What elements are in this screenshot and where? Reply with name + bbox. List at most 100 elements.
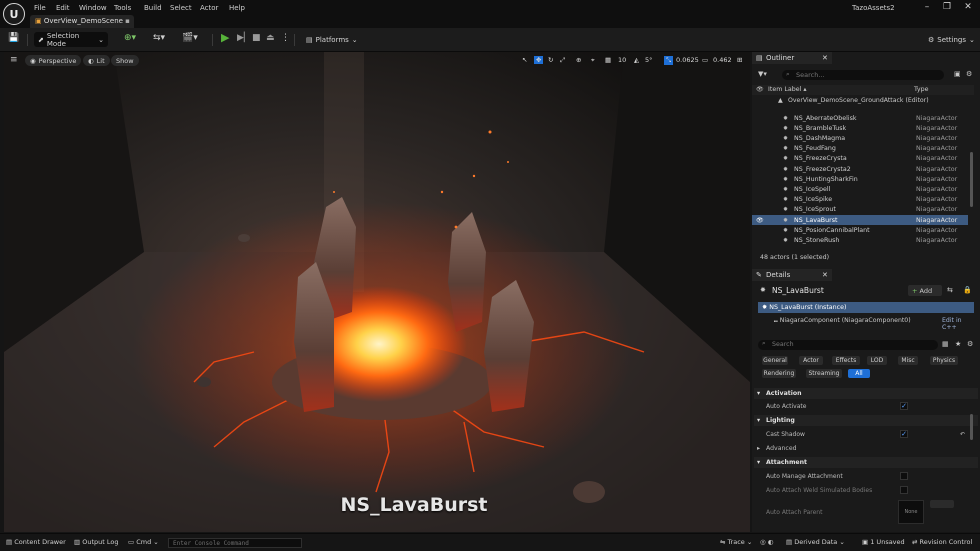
- outliner-row[interactable]: ✸ NS_DashMagma NiagaraActor: [752, 133, 968, 143]
- close-icon[interactable]: ✕: [960, 2, 976, 16]
- outliner-row[interactable]: ✸ NS_FreezeCrysta2 NiagaraActor: [752, 164, 968, 174]
- parent-none-slot[interactable]: None: [898, 500, 924, 524]
- menu-help[interactable]: Help: [229, 4, 245, 12]
- outliner-row[interactable]: ✸ NS_IceSprout NiagaraActor: [752, 205, 968, 215]
- section-activation[interactable]: ▾ Activation: [754, 388, 978, 399]
- level-viewport[interactable]: NS_LavaBurst ≡ ◉ Perspective ◐ Lit Show …: [4, 52, 750, 532]
- auto-manage-checkbox[interactable]: [900, 472, 908, 480]
- scale-tool-icon[interactable]: ⤢: [560, 56, 565, 65]
- outliner-scrollbar[interactable]: [970, 152, 973, 207]
- content-drawer-button[interactable]: ▤ Content Drawer: [6, 538, 66, 546]
- hamburger-menu-icon[interactable]: ≡: [10, 55, 18, 65]
- outliner-level-row[interactable]: ▲ OverView_DemoScene_GroundAttack (Edito…: [752, 96, 974, 105]
- category-physics[interactable]: Physics: [930, 356, 958, 365]
- close-tab-icon[interactable]: ✕: [822, 54, 828, 62]
- menu-window[interactable]: Window: [79, 4, 107, 12]
- unreal-logo-icon[interactable]: U: [3, 3, 25, 25]
- lit-button[interactable]: ◐ Lit: [83, 55, 110, 66]
- outliner-row[interactable]: ✸ NS_AberrateObelisk NiagaraActor: [752, 113, 968, 123]
- close-tab-icon[interactable]: ✕: [822, 271, 828, 279]
- stop-icon[interactable]: ■: [252, 33, 261, 43]
- document-tab[interactable]: ▣ OverView_DemoScene ▪: [30, 15, 134, 28]
- play-icon[interactable]: ▶: [221, 31, 229, 44]
- outliner-row[interactable]: ✸ NS_BrambleTusk NiagaraActor: [752, 123, 968, 133]
- settings-dropdown[interactable]: ⚙ Settings ⌄: [924, 32, 979, 47]
- lock-icon[interactable]: 🔒: [963, 286, 972, 294]
- table-view-icon[interactable]: ▦: [942, 340, 949, 348]
- outliner-row[interactable]: ✸ NS_HuntingSharkFin NiagaraActor: [752, 174, 968, 184]
- menu-tools[interactable]: Tools: [114, 4, 131, 12]
- add-actor-icon[interactable]: ⊕▾: [124, 33, 136, 43]
- details-search-input[interactable]: ⌕ Search: [758, 340, 938, 350]
- component-instance-row[interactable]: ✸ NS_LavaBurst (Instance): [758, 302, 974, 313]
- cinematics-icon[interactable]: 🎬▾: [182, 33, 198, 43]
- console-command-input[interactable]: Enter Console Command: [168, 538, 302, 548]
- category-actor[interactable]: Actor: [799, 356, 823, 365]
- menu-edit[interactable]: Edit: [56, 4, 70, 12]
- auto-activate-checkbox[interactable]: ✓: [900, 402, 908, 410]
- folder-add-icon[interactable]: ▣: [954, 70, 961, 78]
- column-type[interactable]: Type: [914, 86, 928, 93]
- add-component-button[interactable]: + Add: [908, 285, 942, 296]
- section-attachment[interactable]: ▾ Attachment: [754, 457, 978, 468]
- coordinate-space-icon[interactable]: ⊕: [576, 56, 581, 64]
- favorite-star-icon[interactable]: ★: [955, 340, 961, 348]
- translate-tool-icon[interactable]: ✥: [534, 56, 544, 64]
- parent-dropdown[interactable]: [930, 500, 954, 508]
- outliner-row[interactable]: ✸ NS_IceSpell NiagaraActor: [752, 184, 968, 194]
- reset-icon[interactable]: ↶: [960, 431, 965, 438]
- outliner-row[interactable]: ✸ NS_IceSpike NiagaraActor: [752, 195, 968, 205]
- derived-data-button[interactable]: ▤ Derived Data ⌄: [786, 538, 845, 546]
- select-tool-icon[interactable]: ↖: [522, 56, 527, 64]
- component-row[interactable]: ⑉ NiagaraComponent (NiagaraComponent0) E…: [758, 315, 974, 331]
- outliner-search-input[interactable]: ⌕ Search...: [782, 70, 944, 80]
- grid-snap-value[interactable]: 10: [618, 56, 626, 64]
- outliner-row[interactable]: 👁 ✸ NS_LavaBurst NiagaraActor: [752, 215, 968, 226]
- maximize-icon[interactable]: ❐: [939, 2, 955, 16]
- camera-speed-icon[interactable]: ▭: [702, 56, 708, 64]
- menu-build[interactable]: Build: [144, 4, 162, 12]
- category-general[interactable]: General: [762, 356, 788, 365]
- scale-snap-value[interactable]: 0.0625: [676, 56, 699, 64]
- rotate-tool-icon[interactable]: ↻: [548, 56, 553, 64]
- scale-snap-icon[interactable]: ⤡: [664, 56, 674, 65]
- unsaved-button[interactable]: ▣ 1 Unsaved: [862, 538, 905, 546]
- trace-button[interactable]: ⇋ Trace ⌄: [720, 538, 752, 546]
- surface-snap-icon[interactable]: ⌖: [591, 56, 595, 65]
- gear-icon[interactable]: ⚙: [967, 340, 973, 348]
- eject-icon[interactable]: ⏏: [266, 33, 275, 43]
- outliner-tab[interactable]: ▤ Outliner ✕: [752, 52, 832, 64]
- gear-icon[interactable]: ⚙: [966, 70, 972, 78]
- perspective-button[interactable]: ◉ Perspective: [25, 55, 82, 66]
- category-misc[interactable]: Misc: [898, 356, 918, 365]
- viewport-layout-icon[interactable]: ⊞: [737, 56, 742, 64]
- menu-select[interactable]: Select: [170, 4, 192, 12]
- category-effects[interactable]: Effects: [832, 356, 860, 365]
- show-button[interactable]: Show: [111, 55, 139, 66]
- blueprint-icon[interactable]: ⇆: [947, 286, 953, 294]
- category-streaming[interactable]: Streaming: [806, 369, 842, 378]
- status-icons[interactable]: ◎ ◐: [760, 538, 773, 546]
- menu-actor[interactable]: Actor: [200, 4, 218, 12]
- step-icon[interactable]: ▶▏: [237, 33, 251, 43]
- visibility-icon[interactable]: 👁: [756, 217, 764, 224]
- category-rendering[interactable]: Rendering: [762, 369, 796, 378]
- minimize-icon[interactable]: –: [919, 2, 935, 16]
- output-log-button[interactable]: ▥ Output Log: [74, 538, 119, 546]
- blueprint-icon[interactable]: ⇆▾: [153, 33, 165, 43]
- details-scrollbar[interactable]: [970, 414, 973, 440]
- outliner-row[interactable]: ✸ NS_StoneRush NiagaraActor: [752, 235, 968, 245]
- rotation-snap-icon[interactable]: ◭: [634, 56, 639, 64]
- details-tab[interactable]: ✎ Details ✕: [752, 269, 832, 281]
- filter-icon[interactable]: ▼▾: [758, 70, 767, 78]
- platforms-dropdown[interactable]: ▤ Platforms ⌄: [302, 32, 362, 47]
- grid-snap-icon[interactable]: ▦: [605, 56, 611, 64]
- category-all[interactable]: All: [848, 369, 870, 378]
- section-lighting[interactable]: ▾ Lighting: [754, 415, 978, 426]
- more-options-icon[interactable]: ⋮: [281, 33, 290, 43]
- revision-control-button[interactable]: ⇄ Revision Control: [912, 538, 972, 546]
- cmd-dropdown[interactable]: ▭ Cmd ⌄: [128, 538, 159, 546]
- category-lod[interactable]: LOD: [867, 356, 887, 365]
- column-item-label[interactable]: Item Label ▴: [768, 86, 807, 93]
- outliner-row[interactable]: ✸ NS_FreezeCrysta NiagaraActor: [752, 154, 968, 164]
